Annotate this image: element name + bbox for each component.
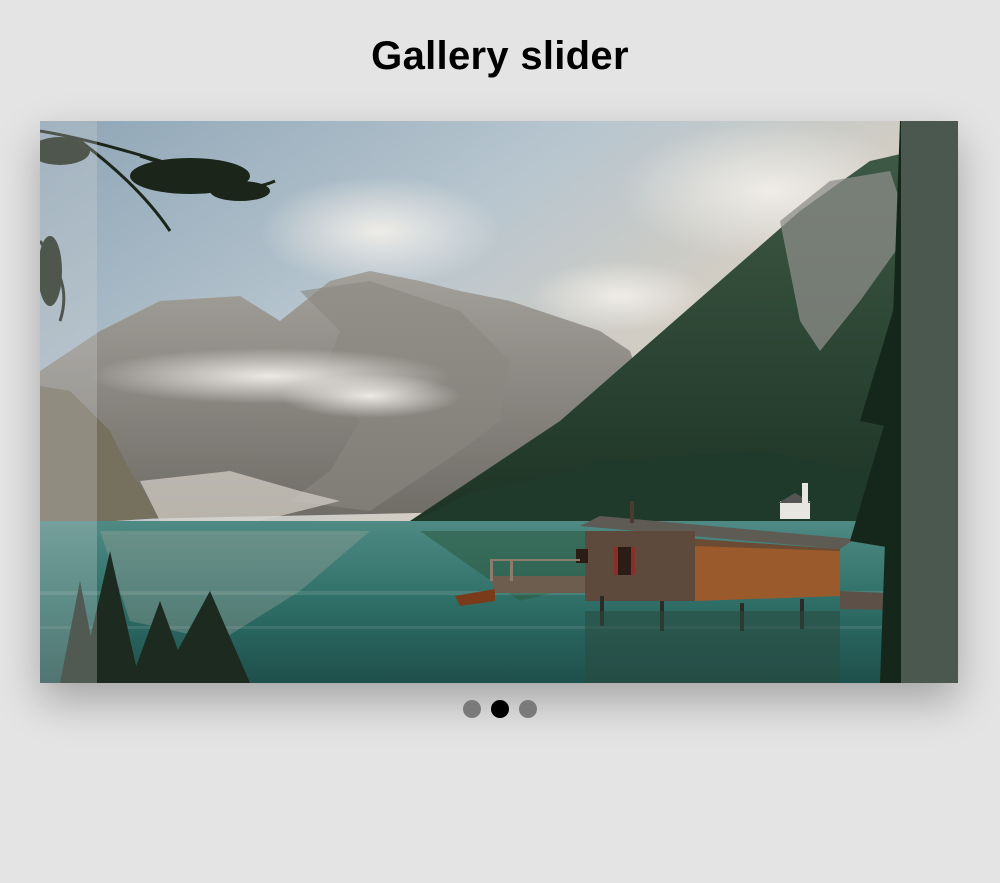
slide-dot-1[interactable] — [463, 700, 481, 718]
page-title: Gallery slider — [371, 34, 629, 78]
slide-indicators — [0, 699, 1000, 719]
previous-slide-button[interactable] — [40, 121, 97, 683]
slide-image — [40, 121, 958, 683]
page: Gallery slider — [0, 0, 1000, 883]
slide-dot-3[interactable] — [519, 700, 537, 718]
gallery-slider — [40, 121, 958, 683]
slide-dot-2[interactable] — [491, 700, 509, 718]
next-slide-button[interactable] — [901, 121, 958, 683]
